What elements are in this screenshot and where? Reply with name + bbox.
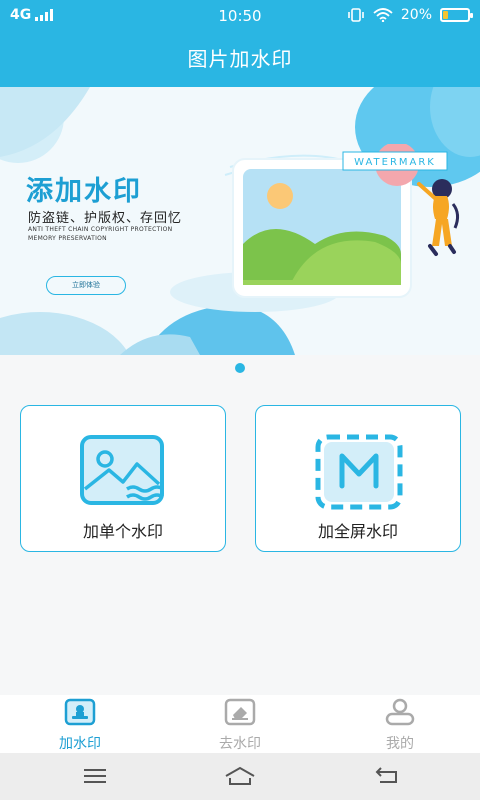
bottom-tabbar: 加水印 去水印 我的 (0, 695, 480, 753)
user-icon (385, 698, 415, 726)
try-now-button[interactable]: 立即体验 (46, 276, 126, 295)
image-icon (80, 435, 164, 505)
back-icon[interactable] (372, 765, 402, 787)
banner-english-line1: ANTI THEFT CHAIN COPYRIGHT PROTECTION (28, 226, 173, 233)
stamp-icon (64, 698, 96, 726)
wifi-icon (373, 8, 393, 22)
add-single-watermark-card[interactable]: 加单个水印 (20, 405, 226, 552)
tab-add-watermark-label: 加水印 (59, 736, 101, 752)
tab-mine-label: 我的 (386, 736, 414, 752)
page-title: 图片加水印 (0, 33, 480, 87)
banner-subtitle: 防盗链、护版权、存回忆 (28, 211, 183, 226)
add-single-watermark-label: 加单个水印 (82, 522, 163, 541)
photo-illustration: WATERMARK (232, 144, 460, 298)
home-icon[interactable] (223, 765, 257, 787)
tab-mine[interactable]: 我的 (355, 698, 445, 753)
system-navbar (0, 753, 480, 800)
battery-icon (440, 8, 473, 22)
page-indicator-dot[interactable] (235, 363, 245, 373)
vibrate-icon (348, 8, 364, 22)
banner-english-line2: MEMORY PRESERVATION (28, 235, 107, 242)
tab-remove-watermark-label: 去水印 (219, 736, 261, 752)
add-fullscreen-watermark-label: 加全屏水印 (317, 522, 398, 541)
status-bar: 4G 10:50 20% (0, 0, 480, 33)
promo-banner[interactable]: 添加水印 防盗链、护版权、存回忆 ANTI THEFT CHAIN COPYRI… (0, 87, 480, 355)
menu-icon[interactable] (80, 765, 110, 787)
add-fullscreen-watermark-card[interactable]: 加全屏水印 (255, 405, 461, 552)
banner-title: 添加水印 (26, 176, 142, 207)
battery-percent: 20% (400, 7, 432, 23)
tab-remove-watermark[interactable]: 去水印 (195, 698, 285, 753)
eraser-icon (224, 698, 256, 726)
tab-add-watermark[interactable]: 加水印 (35, 698, 125, 753)
status-icons: 20% (347, 7, 473, 23)
watermark-label: WATERMARK (354, 157, 436, 168)
m-frame-icon (315, 434, 403, 510)
